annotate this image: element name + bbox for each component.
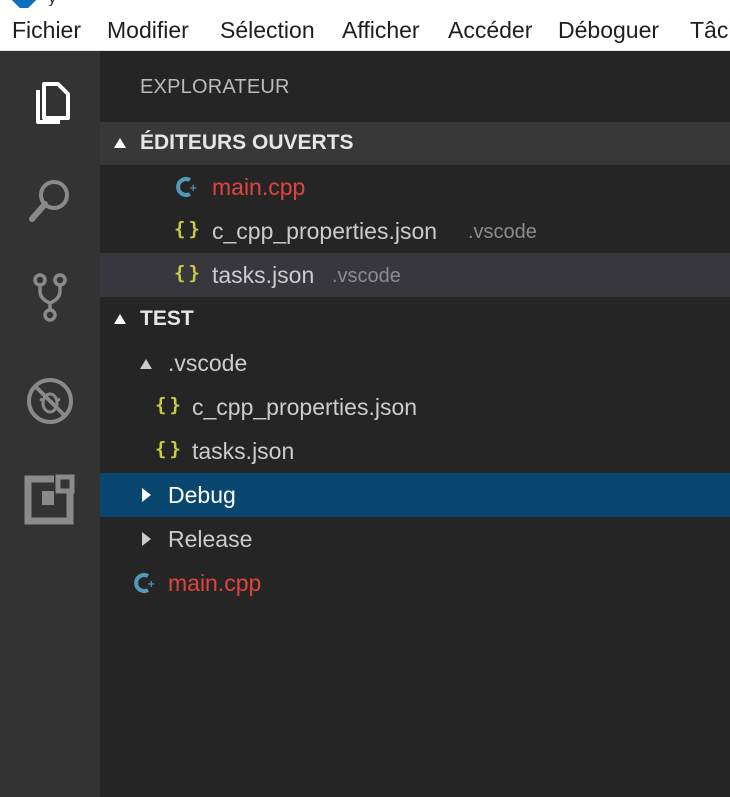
chevron-down-icon	[114, 314, 126, 324]
extensions-icon[interactable]	[22, 471, 78, 527]
open-editor-name: main.cpp	[212, 174, 306, 200]
open-editors-header[interactable]: ÉDITEURS OUVERTS	[100, 122, 730, 165]
open-editor-item[interactable]: + main.cpp	[100, 165, 730, 209]
cpp-file-icon: +	[134, 573, 155, 593]
svg-text:+: +	[189, 183, 197, 194]
menu-modifier[interactable]: Modifier	[107, 17, 189, 43]
tree-item-label: main.cpp	[168, 570, 262, 596]
tree-item-label: .vscode	[168, 350, 248, 376]
chevron-down-icon	[140, 359, 152, 369]
workspace-label: TEST	[140, 307, 194, 330]
menu-taches[interactable]: Tâch	[690, 17, 730, 43]
open-editor-folder: .vscode	[468, 221, 537, 243]
tree-item-label: Release	[168, 526, 253, 552]
tree-item-label: tasks.json	[192, 438, 295, 464]
source-control-icon[interactable]	[22, 269, 78, 325]
json-file-icon: {}	[155, 394, 184, 416]
tree-file[interactable]: + main.cpp	[100, 561, 730, 605]
explorer-sidebar: EXPLORATEUR ÉDITEURS OUVERTS + main.cpp …	[100, 51, 730, 797]
json-file-icon: {}	[155, 438, 184, 460]
menu-bar: Fichier Modifier Sélection Afficher Accé…	[0, 8, 730, 51]
tree-folder[interactable]: .vscode	[100, 341, 730, 385]
tree-file[interactable]: {} c_cpp_properties.json	[100, 385, 730, 429]
menu-afficher[interactable]: Afficher	[342, 17, 420, 43]
menu-acceder[interactable]: Accéder	[448, 17, 532, 43]
explorer-title: EXPLORATEUR	[140, 76, 290, 98]
tree-folder[interactable]: Release	[100, 517, 730, 561]
workspace-header[interactable]: TEST	[100, 298, 730, 341]
json-file-icon: {}	[174, 218, 203, 240]
chevron-right-icon	[142, 488, 151, 502]
json-file-icon: {}	[174, 262, 203, 284]
cpp-file-icon: +	[176, 177, 197, 197]
vscode-window: y Fichier Modifier Sélection Afficher Ac…	[0, 0, 730, 797]
tree-item-label: c_cpp_properties.json	[192, 394, 418, 420]
menu-deboguer[interactable]: Déboguer	[558, 17, 659, 43]
tree-item-label: Debug	[168, 482, 236, 508]
open-editor-item[interactable]: {} c_cpp_properties.json .vscode	[100, 209, 730, 253]
search-icon[interactable]	[22, 171, 78, 227]
title-bar: y	[0, 0, 730, 8]
open-editor-folder: .vscode	[332, 265, 401, 287]
open-editor-item[interactable]: {} tasks.json .vscode	[100, 253, 730, 297]
svg-text:+: +	[147, 579, 155, 590]
open-editors-label: ÉDITEURS OUVERTS	[140, 131, 354, 154]
explorer-icon[interactable]	[22, 74, 78, 130]
menu-fichier[interactable]: Fichier	[12, 17, 81, 43]
window-title: y	[48, 0, 108, 6]
chevron-right-icon	[142, 532, 151, 546]
tree-folder[interactable]: Debug	[100, 473, 730, 517]
debug-icon[interactable]	[22, 373, 78, 429]
open-editor-name: tasks.json	[212, 262, 315, 288]
activity-bar	[0, 51, 100, 797]
chevron-down-icon	[114, 138, 126, 148]
open-editor-name: c_cpp_properties.json	[212, 218, 438, 244]
tree-file[interactable]: {} tasks.json	[100, 429, 730, 473]
vscode-logo-icon	[9, 0, 39, 8]
menu-selection[interactable]: Sélection	[220, 17, 315, 43]
